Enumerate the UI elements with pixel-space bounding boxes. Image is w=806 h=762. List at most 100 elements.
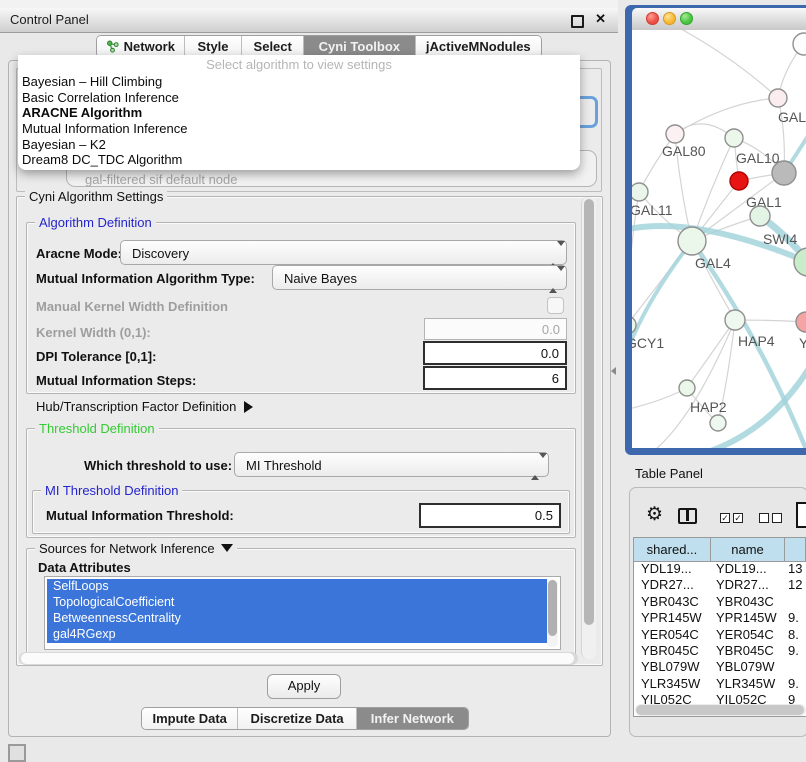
dropdown-item[interactable]: Mutual Information Inference [18, 121, 580, 137]
attribute-item[interactable]: TopologicalCoefficient [47, 595, 547, 611]
network-node[interactable] [725, 129, 743, 147]
network-node[interactable] [632, 183, 648, 201]
gear-icon[interactable]: ⚙ [646, 505, 663, 524]
network-node[interactable] [730, 172, 748, 190]
columns-icon[interactable] [678, 508, 697, 524]
table-panel: ⚙ ✓ ✓ shared... name YDL19...YDL19...13 … [629, 487, 806, 737]
table-body: YDL19...YDL19...13 YDR27...YDR27...12 YB… [634, 561, 806, 709]
column-header[interactable]: shared... [634, 538, 711, 561]
combo-arrows-icon [549, 246, 557, 260]
aracne-mode-label: Aracne Mode: [36, 246, 122, 261]
minimize-traffic-light-icon[interactable] [663, 12, 676, 25]
tab-style[interactable]: Style [185, 36, 243, 57]
dropdown-item[interactable]: Bayesian – K2 [18, 137, 580, 153]
node-label: GCY1 [632, 335, 664, 351]
attribute-item[interactable]: BetweennessCentrality [47, 611, 547, 627]
manual-kernel-label: Manual Kernel Width Definition [36, 299, 228, 314]
table-row[interactable]: YER054CYER054C8. [634, 627, 806, 643]
node-label: HAP2 [690, 399, 727, 415]
network-node[interactable] [769, 89, 787, 107]
table-header-row: shared... name [634, 538, 806, 562]
float-window-icon[interactable] [571, 15, 584, 28]
network-canvas-svg: GALGAL80GAL10GAL1GAL11SWI4GAL4GCY1HAP4YH… [632, 30, 806, 448]
tab-discretize-data[interactable]: Discretize Data [238, 708, 356, 729]
node-label: GAL10 [736, 150, 780, 166]
attribute-list-scrollbar[interactable] [547, 579, 558, 647]
network-node[interactable] [725, 310, 745, 330]
table-horizontal-scrollbar[interactable] [635, 704, 806, 716]
network-edge[interactable] [675, 98, 778, 134]
tab-impute-data[interactable]: Impute Data [142, 708, 238, 729]
network-edge[interactable] [632, 388, 687, 410]
collapsed-panel-button[interactable] [8, 744, 26, 762]
tab-cyni-toolbox[interactable]: Cyni Toolbox [304, 36, 416, 57]
network-canvas[interactable]: GALGAL80GAL10GAL1GAL11SWI4GAL4GCY1HAP4YH… [632, 30, 806, 448]
table-row[interactable]: YLR345WYLR345W9. [634, 676, 806, 692]
table-row[interactable]: YDR27...YDR27...12 [634, 577, 806, 593]
table-row[interactable]: YBR043CYBR043C [634, 594, 806, 610]
hide-columns-icon[interactable] [759, 513, 782, 523]
node-label: GAL80 [662, 143, 706, 159]
tab-jactivemnodules[interactable]: jActiveMNodules [416, 36, 541, 57]
tab-impute-data-label: Impute Data [153, 711, 227, 726]
show-columns-icon[interactable]: ✓ ✓ [720, 513, 743, 523]
column-header[interactable]: name [711, 538, 785, 561]
data-attributes-list: SelfLoops TopologicalCoefficient Between… [44, 576, 561, 650]
dropdown-item[interactable]: Dream8 DC_TDC Algorithm [18, 152, 580, 168]
network-node[interactable] [793, 33, 806, 55]
import-table-icon[interactable] [796, 502, 806, 528]
dropdown-item[interactable]: Bayesian – Hill Climbing [18, 74, 580, 90]
network-node[interactable] [750, 206, 770, 226]
algorithm-definition-title: Algorithm Definition [35, 215, 156, 230]
kernel-width-label: Kernel Width (0,1): [36, 325, 151, 340]
kernel-width-input[interactable]: 0.0 [424, 318, 567, 340]
network-node[interactable] [796, 312, 806, 332]
control-panel-title: Control Panel [10, 12, 89, 27]
dpi-tolerance-label: DPI Tolerance [0,1]: [36, 349, 156, 364]
close-icon[interactable]: ✕ [595, 11, 606, 27]
combo-arrows-icon [549, 271, 557, 285]
settings-vertical-scrollbar[interactable] [581, 197, 596, 659]
column-header[interactable] [785, 538, 806, 561]
network-edge[interactable] [687, 320, 735, 388]
table-row[interactable]: YPR145WYPR145W9. [634, 610, 806, 626]
hub-definition-label: Hub/Transcription Factor Definition [36, 399, 236, 414]
network-node[interactable] [679, 380, 695, 396]
which-threshold-combobox[interactable]: MI Threshold [234, 452, 549, 477]
settings-horizontal-scrollbar[interactable] [19, 652, 578, 665]
mi-threshold-input[interactable]: 0.5 [419, 503, 561, 528]
tab-infer-network[interactable]: Infer Network [357, 708, 468, 729]
table-row[interactable]: YDL19...YDL19...13 [634, 561, 806, 577]
attribute-item[interactable]: SelfLoops [47, 579, 547, 595]
attribute-item[interactable]: gal4RGexp [47, 627, 547, 643]
aracne-mode-combobox[interactable]: Discovery [120, 240, 567, 265]
network-node[interactable] [772, 161, 796, 185]
network-edge[interactable] [672, 30, 778, 98]
table-row[interactable]: YBR045CYBR045C9. [634, 643, 806, 659]
sources-title[interactable]: Sources for Network Inference [35, 541, 237, 556]
network-node[interactable] [678, 227, 706, 255]
splitpane-handle-icon[interactable] [611, 367, 616, 375]
network-node[interactable] [710, 415, 726, 431]
bottom-tabs: Impute Data Discretize Data Infer Networ… [141, 707, 469, 730]
hub-definition-toggle[interactable]: Hub/Transcription Factor Definition [36, 399, 253, 414]
network-window-titlebar[interactable] [632, 8, 806, 31]
mi-threshold-label: Mutual Information Threshold: [46, 508, 234, 523]
close-traffic-light-icon[interactable] [646, 12, 659, 25]
table-row[interactable]: YBL079WYBL079W [634, 659, 806, 675]
network-node[interactable] [666, 125, 684, 143]
manual-kernel-checkbox[interactable] [547, 297, 564, 314]
zoom-traffic-light-icon[interactable] [680, 12, 693, 25]
mi-steps-input[interactable]: 6 [423, 366, 567, 390]
dropdown-item[interactable]: Basic Correlation Inference [18, 90, 580, 106]
mi-type-combobox[interactable]: Naive Bayes [272, 265, 567, 290]
tab-select[interactable]: Select [242, 36, 304, 57]
dropdown-item-selected[interactable]: ARACNE Algorithm [18, 105, 580, 121]
dropdown-hint: Select algorithm to view settings [18, 55, 580, 74]
node-table: shared... name YDL19...YDL19...13 YDR27.… [633, 537, 806, 717]
network-icon [106, 40, 119, 53]
apply-button[interactable]: Apply [267, 674, 341, 699]
tab-network-label: Network [124, 39, 175, 54]
tab-network[interactable]: Network [97, 36, 185, 57]
dpi-tolerance-input[interactable]: 0.0 [423, 341, 567, 365]
